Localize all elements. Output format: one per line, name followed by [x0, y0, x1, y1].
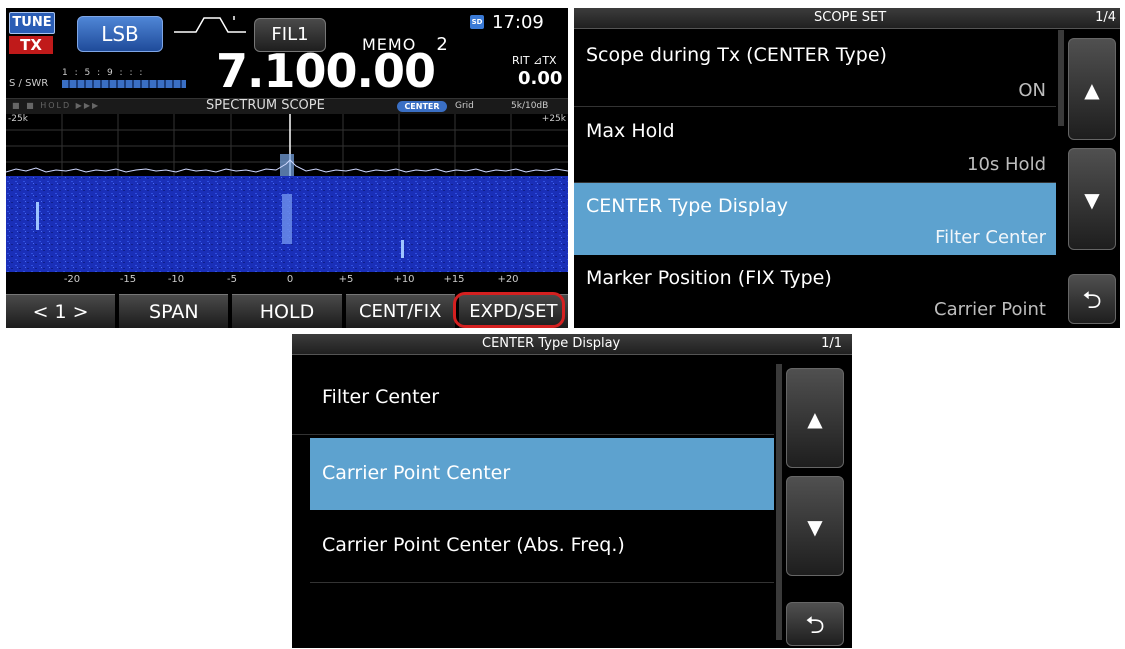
- menu-page-indicator: 1/4: [1095, 10, 1116, 25]
- main-display-screen: TUNE TX LSB FIL1 SD 17:09 MEMO 2 7.100.0…: [6, 8, 568, 328]
- scope-right-edge-label: +25k: [541, 114, 566, 124]
- clock: 17:09: [492, 12, 544, 33]
- option-carrier-point-center[interactable]: Carrier Point Center: [310, 438, 774, 510]
- menu-item-scope-during-tx[interactable]: Scope during Tx (CENTER Type) ON: [574, 30, 1056, 107]
- scope-tick: +20: [497, 274, 519, 285]
- scope-title: SPECTRUM SCOPE: [206, 98, 325, 113]
- memo-number: 2: [436, 34, 449, 55]
- scroll-down-button[interactable]: ▼: [1068, 148, 1116, 250]
- menu-scrollbar[interactable]: [776, 364, 782, 640]
- menu-item-center-type-display[interactable]: CENTER Type Display Filter Center: [574, 183, 1056, 255]
- menu-item-value: Carrier Point: [934, 299, 1046, 320]
- scope-tick: 0: [286, 274, 294, 285]
- s-meter-bar[interactable]: [62, 80, 186, 88]
- menu-header: SCOPE SET 1/4: [574, 8, 1120, 29]
- scope-tick: +5: [338, 274, 354, 285]
- scroll-up-button[interactable]: ▲: [1068, 38, 1116, 140]
- scope-tick: -5: [227, 274, 237, 285]
- scope-tick: +10: [393, 274, 415, 285]
- down-arrow-icon: ▼: [807, 515, 823, 539]
- cent-fix-softkey[interactable]: CENT/FIX: [345, 294, 455, 328]
- highlight-ring: [453, 292, 565, 328]
- span-label: 5k/10dB: [511, 101, 549, 111]
- scope-status-icons: ■ ■ HOLD ▶▶▶: [12, 101, 101, 110]
- grid-label: Grid: [455, 101, 474, 111]
- menu-item-value: 10s Hold: [967, 154, 1046, 175]
- scroll-down-button[interactable]: ▼: [786, 476, 844, 576]
- scope-tick: -20: [63, 274, 81, 285]
- sd-card-icon: SD: [470, 15, 484, 29]
- meter-label: S / SWR: [9, 78, 49, 89]
- rit-value: 0.00: [518, 68, 563, 89]
- menu-item-marker-position[interactable]: Marker Position (FIX Type) Carrier Point: [574, 257, 1056, 328]
- waterfall-signal: [282, 194, 292, 244]
- tx-indicator: TX: [9, 36, 53, 54]
- menu-title: CENTER Type Display: [482, 336, 621, 351]
- menu-item-max-hold[interactable]: Max Hold 10s Hold: [574, 108, 1056, 183]
- back-arrow-icon: ⮌: [1082, 286, 1102, 314]
- menu-item-label: Scope during Tx (CENTER Type): [586, 44, 887, 66]
- filter-passband: [280, 154, 294, 176]
- filter-shape-icon: [174, 16, 246, 33]
- menu-item-value: ON: [1018, 80, 1046, 101]
- spectrum-scope[interactable]: [6, 114, 568, 272]
- waterfall-signal: [36, 202, 39, 230]
- waterfall-signal: [401, 240, 404, 258]
- menu-item-label: Max Hold: [586, 120, 675, 142]
- menu-page-indicator: 1/1: [821, 336, 842, 351]
- up-arrow-icon: ▲: [1084, 78, 1100, 102]
- center-type-display-menu: CENTER Type Display 1/1 Filter Center Ca…: [292, 334, 852, 648]
- mode-button[interactable]: LSB: [77, 16, 163, 52]
- hold-softkey[interactable]: HOLD: [232, 294, 342, 328]
- option-label: Carrier Point Center (Abs. Freq.): [322, 534, 625, 556]
- tune-badge[interactable]: TUNE: [9, 12, 55, 34]
- scope-tick: -10: [167, 274, 185, 285]
- back-button[interactable]: ⮌: [1068, 274, 1116, 324]
- option-label: Filter Center: [322, 386, 440, 408]
- menu-item-label: Marker Position (FIX Type): [586, 267, 832, 289]
- option-carrier-point-center-abs[interactable]: Carrier Point Center (Abs. Freq.): [310, 512, 774, 583]
- menu-title: SCOPE SET: [814, 10, 887, 25]
- frequency-readout[interactable]: 7.100.00: [216, 48, 436, 94]
- rit-label: RIT ⊿TX: [512, 54, 557, 67]
- back-button[interactable]: ⮌: [786, 602, 844, 646]
- menu-item-value: Filter Center: [935, 227, 1046, 248]
- scope-left-edge-label: -25k: [8, 114, 28, 124]
- back-arrow-icon: ⮌: [805, 611, 825, 639]
- menu-scrollbar[interactable]: [1058, 30, 1064, 126]
- down-arrow-icon: ▼: [1084, 188, 1100, 212]
- scope-tick: -15: [119, 274, 137, 285]
- meter-scale: 1 : 5 : 9 : : :: [62, 68, 145, 78]
- scroll-up-button[interactable]: ▲: [786, 368, 844, 468]
- scope-tick-labels: -20 -15 -10 -5 0 +5 +10 +15 +20: [6, 274, 568, 288]
- up-arrow-icon: ▲: [807, 407, 823, 431]
- page-softkey[interactable]: < 1 >: [6, 294, 116, 328]
- option-label: Carrier Point Center: [322, 462, 511, 484]
- option-filter-center[interactable]: Filter Center: [292, 364, 774, 435]
- menu-item-label: CENTER Type Display: [586, 195, 789, 217]
- span-softkey[interactable]: SPAN: [119, 294, 229, 328]
- scope-mode-badge: CENTER: [397, 101, 447, 112]
- menu-header: CENTER Type Display 1/1: [292, 334, 852, 355]
- scope-tick: +15: [443, 274, 465, 285]
- scope-set-menu: SCOPE SET 1/4 Scope during Tx (CENTER Ty…: [574, 8, 1120, 328]
